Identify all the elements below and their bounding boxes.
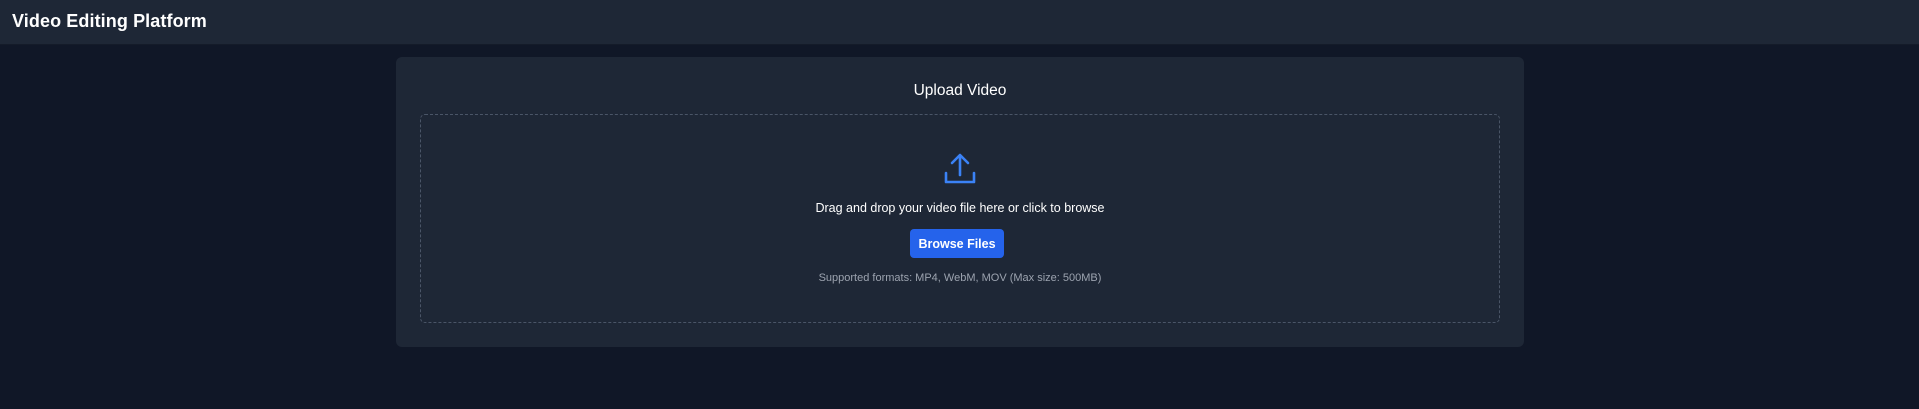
app-header: Video Editing Platform <box>0 0 1919 45</box>
upload-title: Upload Video <box>913 82 1007 99</box>
upload-icon <box>944 153 976 184</box>
browse-files-button[interactable]: Browse Files <box>910 229 1004 258</box>
supported-formats-note: Supported formats: MP4, WebM, MOV (Max s… <box>818 272 1102 284</box>
app-title: Video Editing Platform <box>12 11 207 31</box>
upload-dropzone[interactable]: Drag and drop your video file here or cl… <box>420 114 1500 323</box>
drop-instructions: Drag and drop your video file here or cl… <box>815 201 1105 215</box>
upload-panel: Upload Video Drag and drop your video fi… <box>396 57 1524 347</box>
